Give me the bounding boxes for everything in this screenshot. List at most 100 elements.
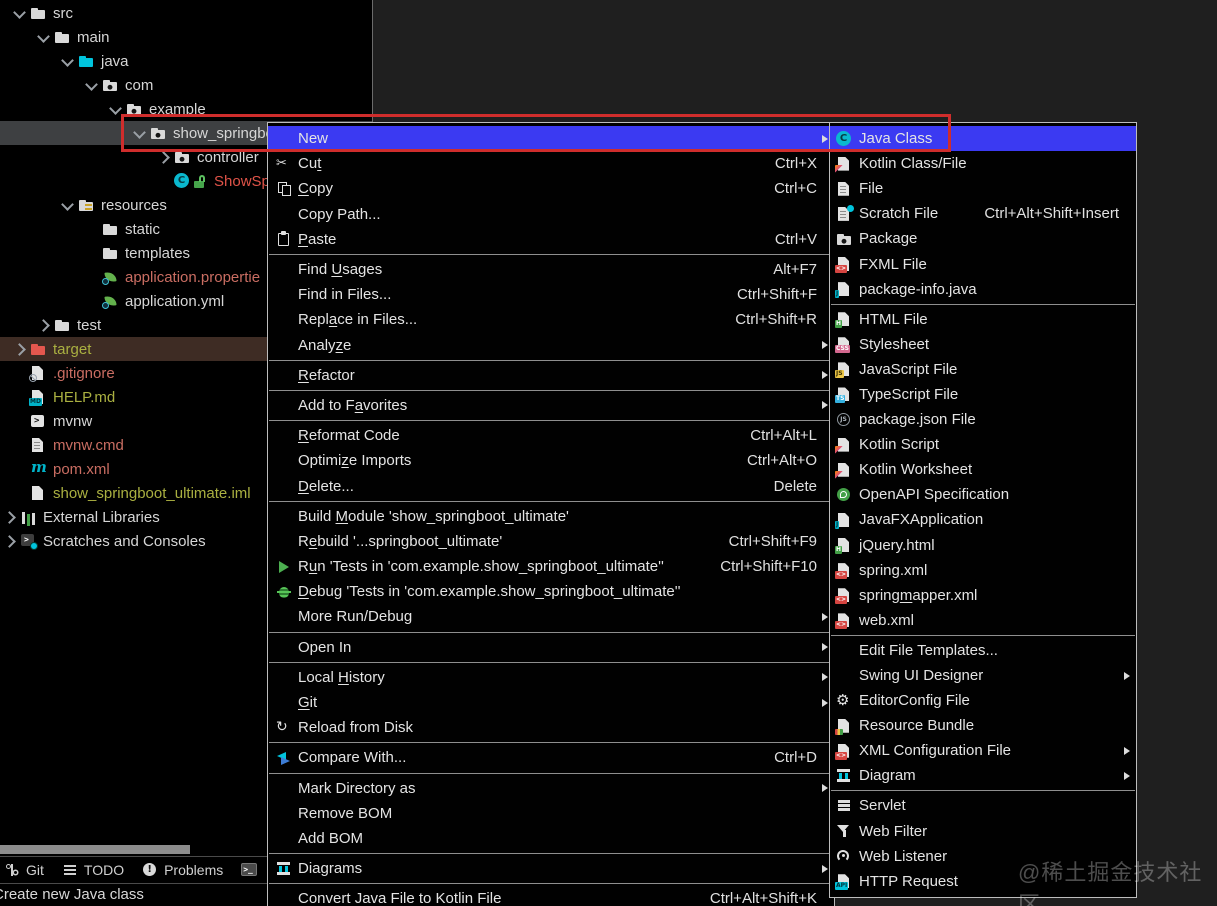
chevron-right-icon[interactable] — [0, 533, 20, 549]
submenu-item-web-filter[interactable]: Web Filter — [830, 819, 1136, 844]
submenu-item-kotlin-class-file[interactable]: Kotlin Class/File — [830, 151, 1136, 176]
menu-item-git[interactable]: Git — [268, 690, 834, 715]
submenu-item-springmapper-xml[interactable]: springmapper.xml — [830, 583, 1136, 608]
submenu-item-package-info-java[interactable]: package-info.java — [830, 277, 1136, 302]
submenu-item-web-listener[interactable]: Web Listener — [830, 844, 1136, 869]
menu-item-add-bom[interactable]: Add BOM — [268, 826, 834, 851]
chevron-down-icon[interactable] — [10, 5, 30, 21]
submenu-item-edit-file-templates[interactable]: Edit File Templates... — [830, 638, 1136, 663]
package-folder-icon — [174, 149, 191, 165]
chevron-right-icon[interactable] — [34, 317, 54, 333]
menu-item-shortcut: Ctrl+D — [774, 749, 817, 767]
tree-item-java[interactable]: java — [0, 49, 372, 73]
menu-item-label: Swing UI Designer — [859, 667, 984, 685]
menu-item-mark-directory-as[interactable]: Mark Directory as — [268, 776, 834, 801]
submenu-item-java-class[interactable]: Java Class — [830, 126, 1136, 152]
menu-item-open-in[interactable]: Open In — [268, 635, 834, 660]
submenu-item-editorconfig-file[interactable]: EditorConfig File — [830, 688, 1136, 713]
submenu-item-fxml-file[interactable]: FXML File — [830, 251, 1136, 276]
menu-separator — [269, 359, 833, 361]
menu-item-optimize-imports[interactable]: Optimize Imports Ctrl+Alt+O — [268, 448, 834, 473]
menu-item-build-module-show-springboot-ultimate[interactable]: Build Module 'show_springboot_ultimate' — [268, 504, 834, 529]
menu-item-debug-tests-in-com-example-show-springboot-ultimate[interactable]: Debug 'Tests in 'com.example.show_spring… — [268, 579, 834, 604]
menu-item-remove-bom[interactable]: Remove BOM — [268, 801, 834, 826]
menu-item-copy-path[interactable]: Copy Path... — [268, 202, 834, 227]
statusbar-item-git[interactable]: Git — [4, 862, 44, 878]
chevron-right-icon[interactable] — [0, 509, 20, 525]
menu-item-rebuild-springboot-ultimate[interactable]: Rebuild '...springboot_ultimate' Ctrl+Shi… — [268, 529, 834, 554]
chevron-right-icon[interactable] — [10, 341, 30, 357]
menu-item-label: Git — [298, 694, 318, 712]
menu-item-copy[interactable]: Copy Ctrl+C — [268, 176, 834, 201]
chevron-down-icon[interactable] — [34, 29, 54, 45]
menu-item-run-tests-in-com-example-show-springboot-ultimate[interactable]: Run 'Tests in 'com.example.show_springbo… — [268, 554, 834, 579]
menu-item-find-in-files[interactable]: Find in Files... Ctrl+Shift+F — [268, 282, 834, 307]
tree-item-example[interactable]: example — [0, 97, 372, 121]
submenu-item-spring-xml[interactable]: spring.xml — [830, 558, 1136, 583]
menu-item-compare-with[interactable]: Compare With... Ctrl+D — [268, 745, 834, 770]
submenu-item-package[interactable]: Package — [830, 226, 1136, 251]
tree-item-com[interactable]: com — [0, 73, 372, 97]
menu-item-add-to-favorites[interactable]: Add to Favorites — [268, 393, 834, 418]
submenu-item-web-xml[interactable]: web.xml — [830, 608, 1136, 633]
menu-item-find-usages[interactable]: Find Usages Alt+F7 — [268, 257, 834, 282]
menu-item-reload-from-disk[interactable]: Reload from Disk — [268, 715, 834, 740]
submenu-item-jquery-html[interactable]: jQuery.html — [830, 533, 1136, 558]
menu-item-paste[interactable]: Paste Ctrl+V — [268, 227, 834, 252]
menu-item-reformat-code[interactable]: Reformat Code Ctrl+Alt+L — [268, 423, 834, 448]
menu-item-label: Web Listener — [859, 847, 948, 865]
submenu-item-typescript-file[interactable]: TypeScript File — [830, 382, 1136, 407]
problems-icon — [142, 862, 159, 878]
menu-item-replace-in-files[interactable]: Replace in Files... Ctrl+Shift+R — [268, 307, 834, 332]
menu-item-refactor[interactable]: Refactor — [268, 363, 834, 388]
menu-item-shortcut: Delete — [773, 477, 817, 495]
submenu-item-file[interactable]: File — [830, 176, 1136, 201]
chevron-down-icon[interactable] — [58, 197, 78, 213]
menu-item-diagrams[interactable]: Diagrams — [268, 856, 834, 881]
chevron-down-icon[interactable] — [82, 77, 102, 93]
menu-item-label: Copy Path... — [298, 205, 381, 223]
tree-horizontal-scrollbar[interactable] — [0, 845, 190, 854]
statusbar-item-item[interactable] — [241, 862, 258, 878]
chevron-down-icon[interactable] — [130, 125, 150, 141]
file-plain-icon — [836, 181, 853, 197]
menu-item-more-run-debug[interactable]: More Run/Debug — [268, 604, 834, 629]
menu-item-delete[interactable]: Delete... Delete — [268, 473, 834, 498]
submenu-item-servlet[interactable]: Servlet — [830, 793, 1136, 818]
statusbar-item-todo[interactable]: TODO — [62, 862, 124, 878]
menu-item-cut[interactable]: Cut Ctrl+X — [268, 151, 834, 176]
menu-item-shortcut: Ctrl+X — [774, 155, 817, 173]
tree-item-main[interactable]: main — [0, 25, 372, 49]
file-html-icon — [835, 311, 853, 329]
submenu-item-package-json-file[interactable]: package.json File — [830, 407, 1136, 432]
submenu-item-resource-bundle[interactable]: Resource Bundle — [830, 713, 1136, 738]
menu-item-label: Rebuild '...springboot_ultimate' — [298, 532, 503, 550]
menu-item-local-history[interactable]: Local History — [268, 665, 834, 690]
submenu-arrow-slot — [817, 864, 828, 873]
submenu-item-openapi-specification[interactable]: OpenAPI Specification — [830, 482, 1136, 507]
tree-item-label: resources — [101, 196, 167, 214]
tree-item-src[interactable]: src — [0, 1, 372, 25]
chevron-down-icon[interactable] — [58, 53, 78, 69]
submenu-item-swing-ui-designer[interactable]: Swing UI Designer — [830, 663, 1136, 688]
menu-item-new[interactable]: New — [268, 126, 834, 152]
menu-item-analyze[interactable]: Analyze — [268, 333, 834, 358]
menu-item-label: XML Configuration File — [859, 742, 1012, 760]
chevron-right-icon[interactable] — [154, 149, 174, 165]
submenu-item-javafxapplication[interactable]: JavaFXApplication — [830, 507, 1136, 532]
submenu-item-stylesheet[interactable]: Stylesheet — [830, 332, 1136, 357]
submenu-item-diagram[interactable]: Diagram — [830, 763, 1136, 788]
submenu-item-http-request[interactable]: HTTP Request — [830, 869, 1136, 894]
gear-icon — [836, 691, 853, 709]
menu-item-convert-java-file-to-kotlin-file[interactable]: Convert Java File to Kotlin File Ctrl+Alt… — [268, 886, 834, 906]
submenu-item-xml-configuration-file[interactable]: XML Configuration File — [830, 738, 1136, 763]
submenu-item-kotlin-script[interactable]: Kotlin Script — [830, 432, 1136, 457]
submenu-item-kotlin-worksheet[interactable]: Kotlin Worksheet — [830, 457, 1136, 482]
statusbar-item-problems[interactable]: Problems — [142, 862, 223, 878]
menu-item-icon-slot — [276, 559, 298, 575]
submenu-item-javascript-file[interactable]: JavaScript File — [830, 357, 1136, 382]
chevron-down-icon[interactable] — [106, 101, 126, 117]
submenu-item-html-file[interactable]: HTML File — [830, 307, 1136, 332]
submenu-item-scratch-file[interactable]: Scratch File Ctrl+Alt+Shift+Insert — [830, 201, 1136, 226]
